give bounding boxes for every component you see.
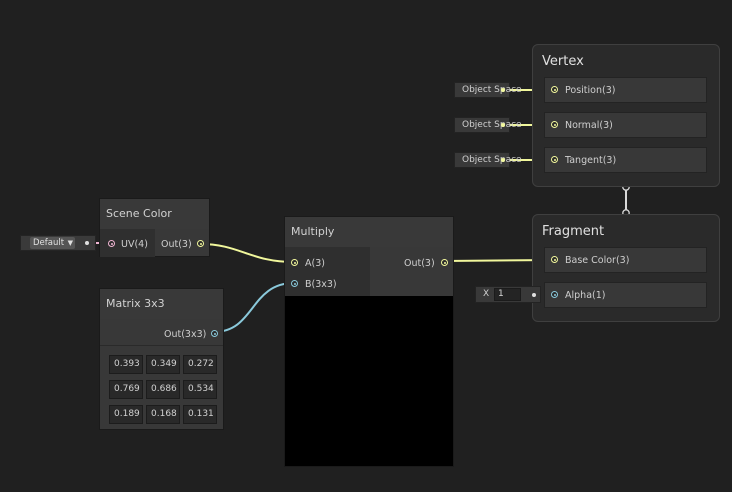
alpha-label: Alpha(1)	[565, 290, 606, 301]
multiply-preview	[285, 296, 453, 466]
scene-color-node[interactable]: Scene Color UV(4) Out(3)	[99, 198, 210, 257]
uv-default-dot	[85, 241, 89, 245]
scene-color-out-label: Out(3)	[161, 239, 192, 250]
tangent-space-label: Object Space	[462, 155, 522, 165]
vertex-title: Vertex	[542, 54, 584, 69]
position-port[interactable]	[551, 86, 558, 93]
matrix-cell-1-0[interactable]: 0.769	[109, 380, 143, 399]
alpha-x-label: X	[483, 289, 490, 299]
alpha-value-dot	[532, 293, 536, 297]
matrix-cell-2-2[interactable]: 0.131	[183, 405, 217, 424]
base-color-port[interactable]	[551, 256, 558, 263]
position-space-dot	[501, 88, 505, 92]
matrix-title: Matrix 3x3	[100, 289, 223, 319]
multiply-out-label: Out(3)	[404, 258, 435, 269]
alpha-value-input[interactable]: 1	[494, 288, 521, 301]
chevron-down-icon: ▼	[67, 239, 73, 247]
vertex-context[interactable]: Vertex Position(3) Normal(3) Tangent(3)	[532, 44, 720, 187]
fragment-slot-alpha[interactable]: Alpha(1)	[544, 282, 707, 308]
uv-input-port[interactable]	[108, 240, 115, 247]
matrix-3x3-node[interactable]: Matrix 3x3 Out(3x3) 0.393 0.349 0.272 0.…	[99, 288, 224, 430]
base-color-label: Base Color(3)	[565, 255, 630, 266]
matrix-cell-2-1[interactable]: 0.168	[146, 405, 180, 424]
normal-space-field[interactable]: Object Space	[454, 117, 522, 133]
matrix-cell-1-2[interactable]: 0.534	[183, 380, 217, 399]
uv-default-dropdown[interactable]: Default ▼	[30, 237, 75, 249]
matrix-cell-0-2[interactable]: 0.272	[183, 355, 217, 374]
fragment-slot-base-color[interactable]: Base Color(3)	[544, 247, 707, 273]
normal-space-dot	[501, 123, 505, 127]
multiply-node[interactable]: Multiply A(3) B(3x3) Out(3)	[284, 216, 454, 467]
scene-color-title: Scene Color	[100, 199, 209, 229]
vertex-slot-tangent[interactable]: Tangent(3)	[544, 147, 707, 173]
uv-default-dropdown-label: Default	[33, 238, 65, 248]
uv-input-label: UV(4)	[121, 239, 148, 250]
matrix-cell-0-0[interactable]: 0.393	[109, 355, 143, 374]
position-space-label: Object Space	[462, 85, 522, 95]
scene-color-out-port[interactable]	[197, 240, 204, 247]
matrix-out-label: Out(3x3)	[164, 329, 207, 340]
tangent-space-dot	[501, 158, 505, 162]
multiply-b-label: B(3x3)	[305, 279, 337, 290]
matrix-out-port[interactable]	[211, 330, 218, 337]
multiply-title: Multiply	[285, 217, 453, 247]
matrix-cell-0-1[interactable]: 0.349	[146, 355, 180, 374]
vertex-slot-position[interactable]: Position(3)	[544, 77, 707, 103]
normal-label: Normal(3)	[565, 120, 613, 131]
multiply-a-port[interactable]	[291, 259, 298, 266]
vertex-slot-normal[interactable]: Normal(3)	[544, 112, 707, 138]
tangent-space-field[interactable]: Object Space	[454, 152, 522, 168]
normal-port[interactable]	[551, 121, 558, 128]
wire-scene-color-to-multiply-a	[199, 243, 295, 263]
normal-space-label: Object Space	[462, 120, 522, 130]
multiply-a-label: A(3)	[305, 258, 325, 269]
fragment-context[interactable]: Fragment Base Color(3) Alpha(1)	[532, 214, 720, 322]
alpha-value: 1	[498, 289, 504, 299]
uv-default-field: Default ▼	[20, 235, 96, 251]
matrix-cell-2-0[interactable]: 0.189	[109, 405, 143, 424]
fragment-title: Fragment	[542, 224, 605, 239]
alpha-port[interactable]	[551, 291, 558, 298]
position-space-field[interactable]: Object Space	[454, 82, 522, 98]
tangent-port[interactable]	[551, 156, 558, 163]
position-label: Position(3)	[565, 85, 616, 96]
multiply-out-port[interactable]	[441, 259, 448, 266]
matrix-cell-1-1[interactable]: 0.686	[146, 380, 180, 399]
matrix-body-divider	[100, 345, 223, 346]
multiply-b-port[interactable]	[291, 280, 298, 287]
alpha-value-field: X 1	[475, 286, 541, 303]
wire-matrix-to-multiply-b	[213, 282, 295, 333]
tangent-label: Tangent(3)	[565, 155, 617, 166]
